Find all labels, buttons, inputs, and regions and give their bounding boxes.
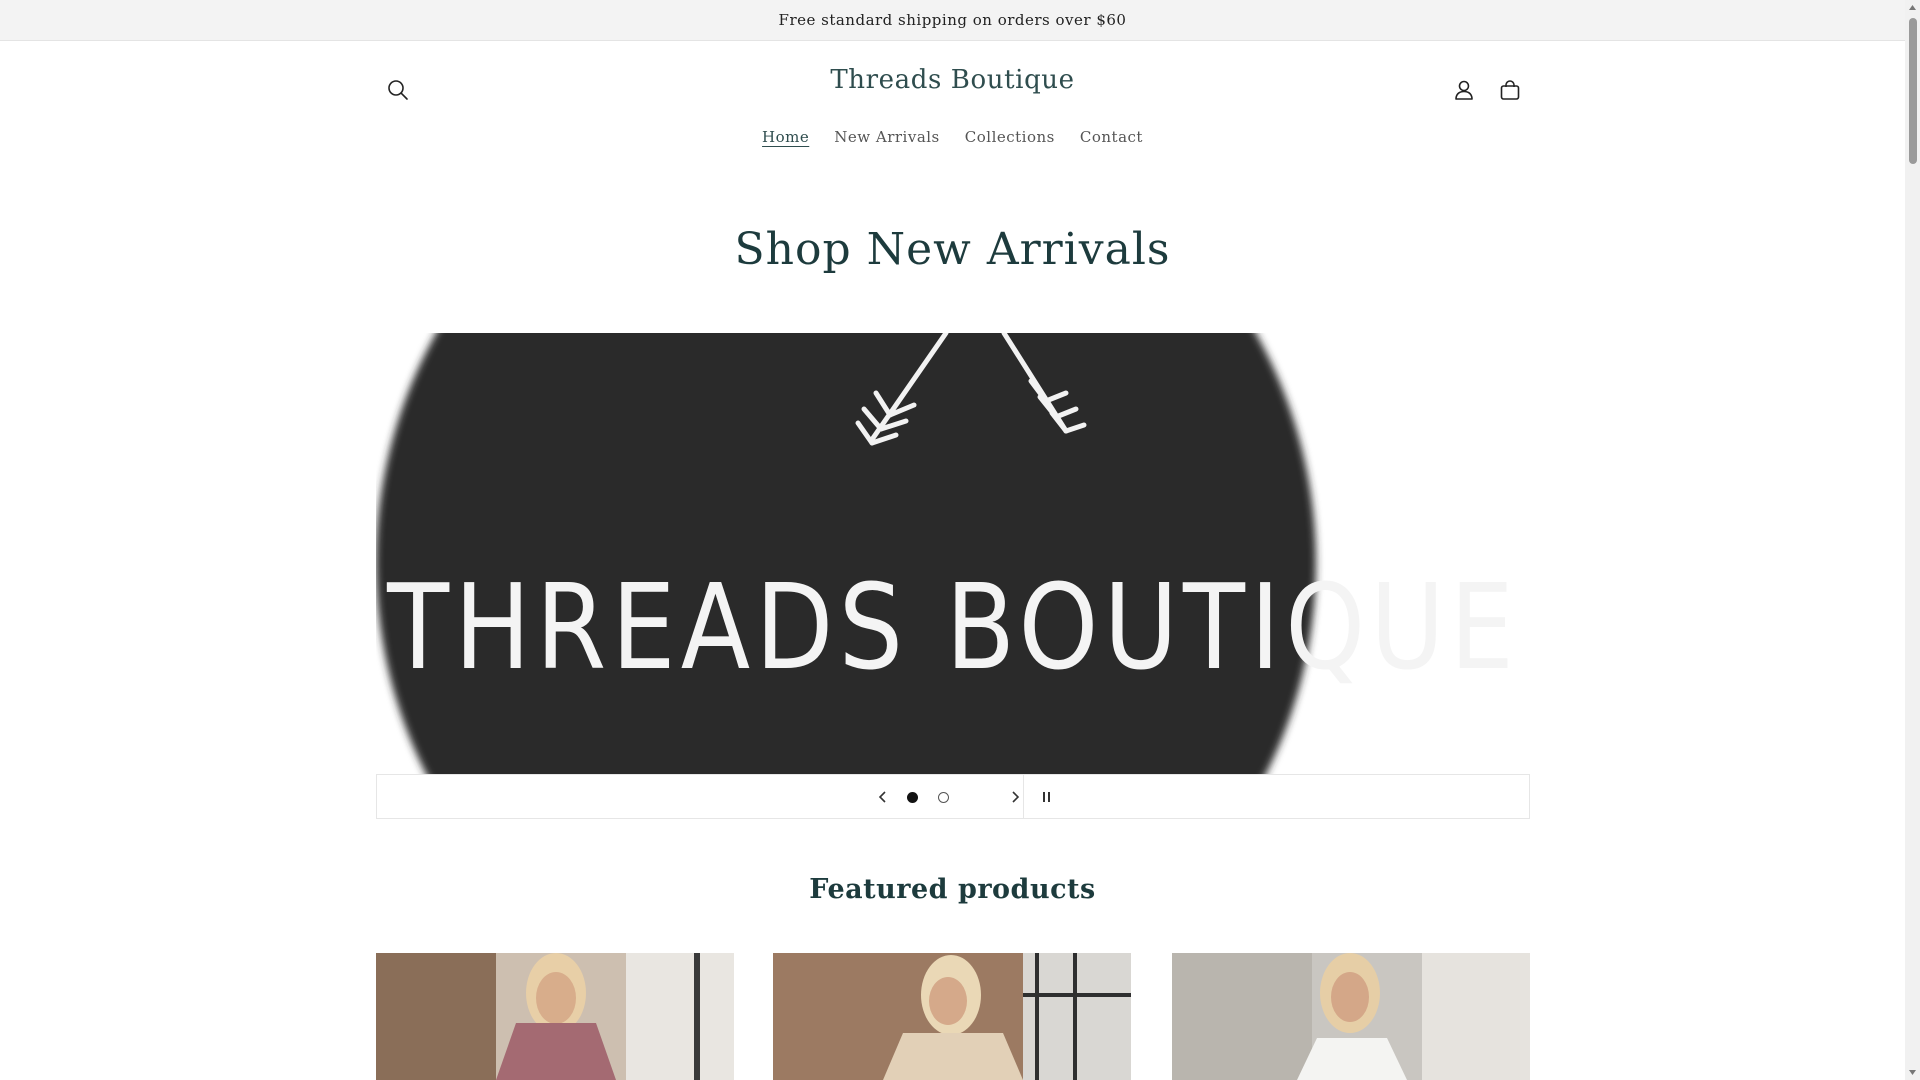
chevron-right-icon [1012, 791, 1020, 803]
featured-products-heading: Featured products [809, 874, 1096, 905]
cart-icon [1500, 80, 1520, 100]
announcement-bar: Free standard shipping on orders over $6… [0, 0, 1905, 41]
slideshow: THREADS BOUTIQUE [376, 333, 1530, 774]
boutique-logo-image: THREADS BOUTIQUE [376, 333, 1519, 774]
nav-item-new-arrivals[interactable]: New Arrivals [834, 128, 940, 152]
nav-item-collections[interactable]: Collections [965, 128, 1055, 152]
main-nav: Home New Arrivals Collections Contact [0, 128, 1905, 152]
chevron-left-icon [878, 791, 886, 803]
pause-icon [1043, 792, 1050, 802]
page-scrollbar[interactable] [1905, 0, 1920, 1080]
product-image [376, 953, 734, 1080]
nav-item-home[interactable]: Home [762, 128, 809, 152]
cart-button[interactable] [1484, 64, 1536, 116]
hero-heading: Shop New Arrivals [734, 224, 1171, 275]
slide-dot-2[interactable] [938, 792, 949, 803]
store-title[interactable]: Threads Boutique [0, 65, 1905, 95]
scroll-down-icon[interactable] [1908, 1068, 1917, 1077]
user-icon [1455, 80, 1473, 100]
pause-slideshow-button[interactable] [1025, 775, 1069, 819]
product-card[interactable] [1172, 953, 1530, 1080]
scroll-up-icon[interactable] [1908, 3, 1917, 12]
nav-item-contact[interactable]: Contact [1080, 128, 1143, 152]
product-image [773, 953, 1131, 1080]
scrollbar-thumb[interactable] [1909, 18, 1917, 164]
product-card[interactable] [376, 953, 734, 1080]
announcement-text: Free standard shipping on orders over $6… [778, 11, 1127, 29]
logo-text: THREADS BOUTIQUE [386, 559, 1519, 696]
product-image [1172, 953, 1530, 1080]
controls-divider [1023, 775, 1024, 819]
product-card[interactable] [773, 953, 1131, 1080]
previous-slide-button[interactable] [861, 775, 905, 819]
slide-dot-1[interactable] [907, 792, 918, 803]
site-header: Threads Boutique [0, 41, 1905, 141]
account-button[interactable] [1438, 64, 1490, 116]
slideshow-controls [376, 774, 1530, 819]
